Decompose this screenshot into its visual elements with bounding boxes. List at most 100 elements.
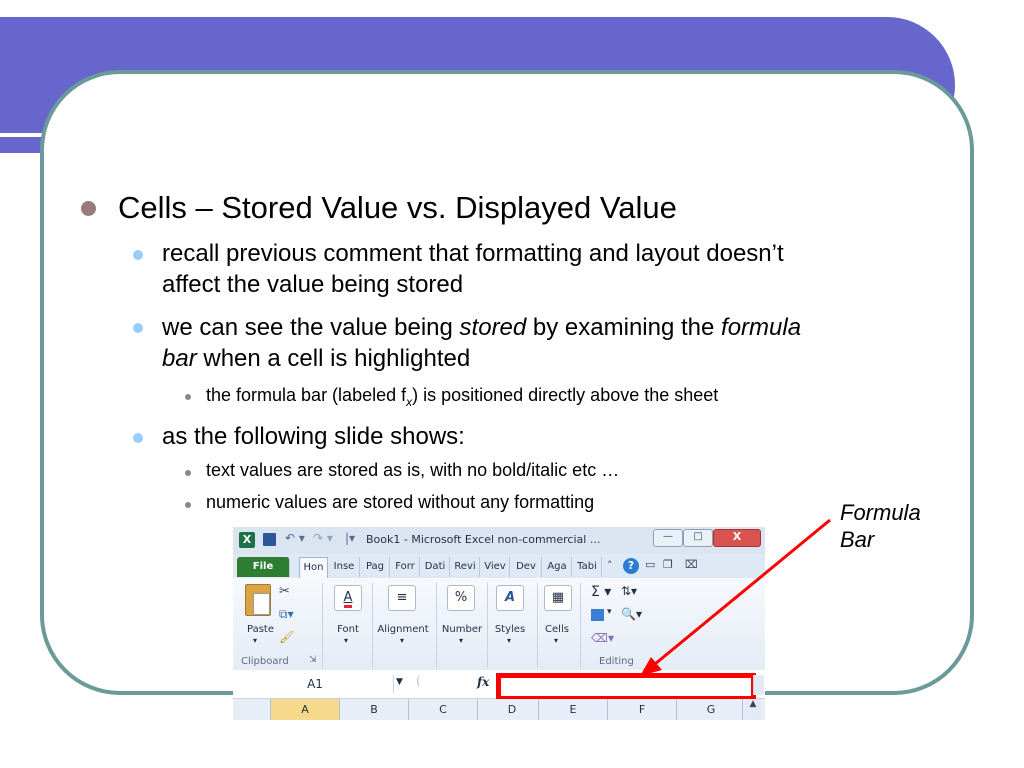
bullet-text: the formula bar (labeled fx) is position… [206, 385, 719, 409]
bullet-text: recall previous comment that formatting … [162, 240, 784, 267]
workbook-close-icon[interactable]: ⌧ [685, 558, 698, 571]
text-run: the formula bar (labeled f [206, 385, 407, 405]
text-run: by examining the [526, 314, 722, 341]
fill-icon[interactable] [591, 609, 604, 621]
bullet-dot [133, 433, 143, 443]
bullet-dot [133, 250, 143, 260]
column-header-b[interactable]: B [340, 703, 408, 716]
redo-icon[interactable]: ↷ ▾ [313, 531, 333, 545]
window-title: Book1 - Microsoft Excel non-commercial .… [366, 533, 601, 546]
bullet-dot [185, 470, 191, 476]
cells-group-button[interactable]: Cells [538, 624, 576, 635]
paste-button[interactable]: Paste [247, 624, 274, 635]
tab-formulas[interactable]: Forr [391, 557, 420, 577]
alignment-icon[interactable]: ≡ [388, 585, 416, 611]
name-box[interactable]: A1 [237, 675, 394, 693]
column-header-e[interactable]: E [539, 703, 607, 716]
ribbon-collapse-icon[interactable]: ˄ [607, 559, 613, 572]
minimize-button[interactable]: — [653, 529, 683, 547]
tab-home[interactable]: Hon [299, 557, 328, 578]
save-icon[interactable] [263, 533, 276, 546]
bullet-text: bar when a cell is highlighted [162, 343, 470, 374]
callout-line: Formula [840, 500, 921, 525]
text-run: ) is positioned directly above the sheet [412, 385, 719, 405]
paste-icon-sheet [253, 593, 270, 615]
cut-icon[interactable]: ✂ [279, 584, 290, 599]
excel-logo-icon: X [239, 532, 255, 548]
number-group-button[interactable]: Number [437, 624, 487, 635]
group-separator [322, 583, 323, 667]
slide-heading-bullet: Cells – Stored Value vs. Displayed Value [118, 190, 677, 225]
column-header-d[interactable]: D [478, 703, 546, 716]
emphasis-bar: bar [162, 345, 197, 372]
close-button[interactable]: X [713, 529, 761, 547]
emphasis-stored: stored [459, 314, 527, 341]
format-painter-icon[interactable]: 🖌 [279, 630, 294, 644]
cancel-entry-icon: ( [416, 674, 421, 688]
workbook-minimize-icon[interactable]: ▭ [645, 558, 655, 571]
percent-icon[interactable]: % [447, 585, 475, 611]
clipboard-group-label: Clipboard [241, 656, 289, 667]
subscript-x: x [406, 395, 413, 409]
bullet-text: text values are stored as is, with no bo… [206, 460, 620, 480]
tab-review[interactable]: Revi [451, 557, 480, 577]
bullet-text: as the following slide shows: [162, 423, 465, 450]
tab-page-layout[interactable]: Pag [361, 557, 390, 577]
formula-bar-input[interactable] [496, 673, 756, 701]
bullet-dot [133, 323, 143, 333]
copy-icon[interactable]: ⧉▾ [279, 607, 294, 622]
name-box-dropdown-icon[interactable]: ▼ [396, 677, 403, 687]
vertical-scroll-up[interactable]: ▲ [745, 699, 761, 720]
alignment-group-button[interactable]: Alignment [373, 624, 433, 635]
help-icon[interactable]: ? [623, 558, 639, 574]
alignment-dropdown-icon[interactable]: ▾ [400, 636, 404, 645]
styles-dropdown-icon[interactable]: ▾ [507, 636, 511, 645]
select-all-corner[interactable] [233, 699, 271, 720]
bullet-dot [185, 502, 191, 508]
fill-dropdown-icon[interactable]: ▾ [607, 607, 612, 617]
clipboard-dialog-launcher-icon[interactable]: ⇲ [309, 655, 317, 665]
bullet-text: affect the value being stored [162, 271, 464, 298]
text-run: we can see the value being [162, 314, 460, 341]
column-divider[interactable] [742, 699, 743, 720]
number-dropdown-icon[interactable]: ▾ [459, 636, 463, 645]
editing-group-label: Editing [599, 656, 634, 667]
fx-icon[interactable]: fx [477, 675, 489, 689]
undo-icon[interactable]: ↶ ▾ [285, 531, 305, 545]
callout-line: Bar [840, 527, 875, 552]
tab-data[interactable]: Dati [421, 557, 450, 577]
maximize-button[interactable]: □ [683, 529, 713, 547]
tab-view[interactable]: Viev [481, 557, 510, 577]
tab-table[interactable]: Tabi [573, 557, 602, 577]
tab-insert[interactable]: Inse [329, 557, 360, 577]
bullet-dot [185, 394, 191, 400]
workbook-restore-icon[interactable]: ❐ [663, 558, 673, 571]
column-header-f[interactable]: F [608, 703, 676, 716]
bullet-dot [81, 201, 96, 216]
excel-screenshot: X ↶ ▾ ↷ ▾ |▾ Book1 - Microsoft Excel non… [233, 527, 765, 720]
group-separator [580, 583, 581, 667]
column-header-label: A [301, 703, 309, 716]
tab-add-ins[interactable]: Aga [543, 557, 572, 577]
text-run: when a cell is highlighted [196, 345, 471, 372]
styles-icon[interactable]: A [496, 585, 524, 611]
cells-icon[interactable]: ▦ [544, 585, 572, 611]
tab-developer[interactable]: Dev [511, 557, 542, 577]
emphasis-formula: formula [721, 314, 802, 341]
find-select-icon[interactable]: 🔍▾ [621, 607, 642, 621]
paste-dropdown-icon[interactable]: ▾ [253, 636, 257, 645]
styles-group-button[interactable]: Styles [488, 624, 532, 635]
clear-icon[interactable]: ⌫▾ [591, 631, 614, 645]
cells-dropdown-icon[interactable]: ▾ [554, 636, 558, 645]
formula-bar-scroll[interactable] [753, 675, 764, 695]
quick-access-menu-icon[interactable]: |▾ [345, 531, 355, 545]
font-dropdown-icon[interactable]: ▾ [344, 636, 348, 645]
font-group-button[interactable]: Font [331, 624, 365, 635]
formula-bar-callout: Formula Bar [840, 499, 921, 553]
autosum-icon[interactable]: Σ ▾ [591, 584, 611, 600]
column-header-g[interactable]: G [677, 703, 745, 716]
column-header-c[interactable]: C [409, 703, 477, 716]
tab-file[interactable]: File [237, 557, 290, 577]
sort-filter-icon[interactable]: ⇅▾ [621, 584, 637, 598]
font-color-icon[interactable]: A [334, 585, 362, 611]
